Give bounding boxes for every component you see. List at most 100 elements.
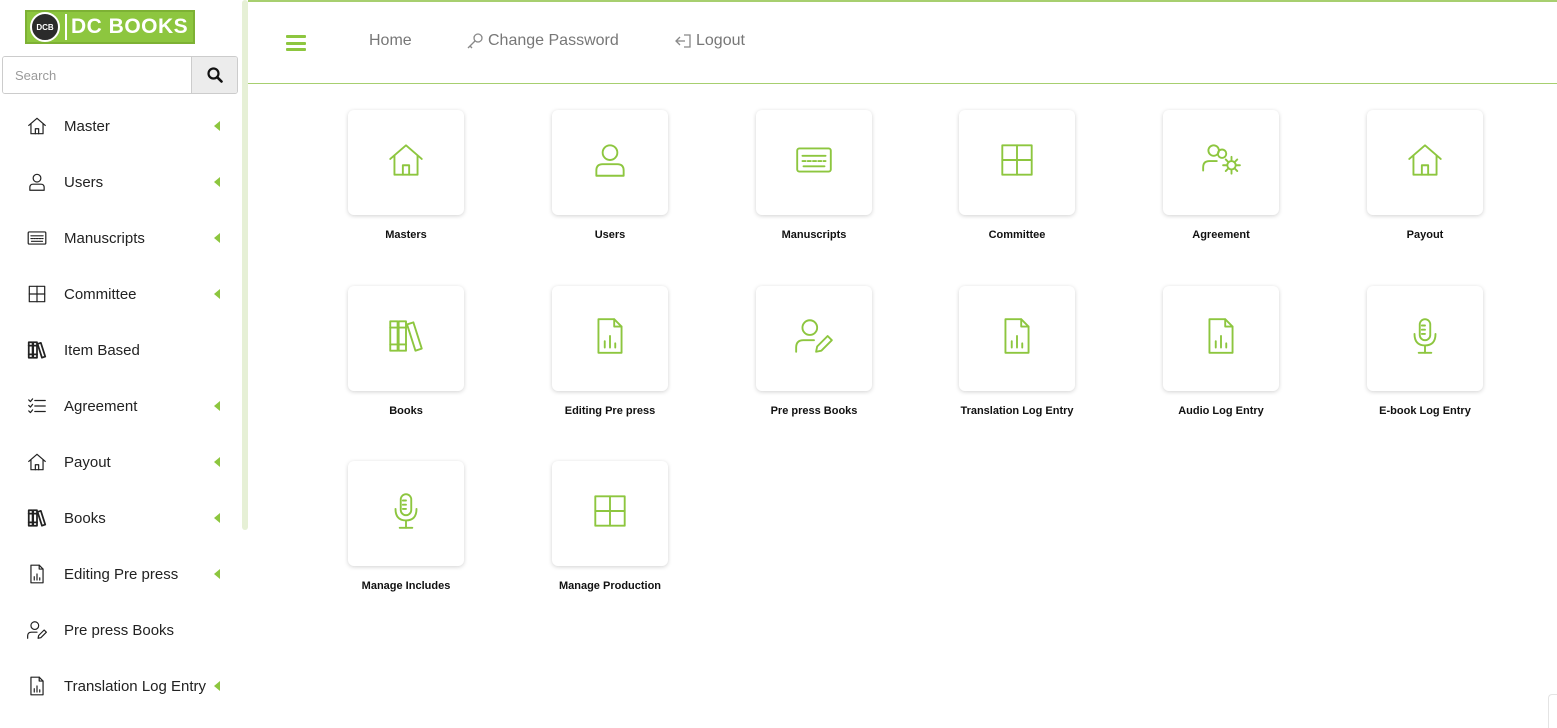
- tile-e-book-log-entry[interactable]: E-book Log Entry: [1367, 286, 1485, 417]
- tile-users[interactable]: Users: [552, 110, 670, 241]
- tile-label: Agreement: [1192, 229, 1250, 241]
- sidebar-item-translation-log-entry[interactable]: Translation Log Entry: [0, 658, 242, 714]
- tile-label: Masters: [385, 229, 427, 241]
- sidebar-item-payout[interactable]: Payout: [0, 434, 242, 490]
- tile-audio-log-entry[interactable]: Audio Log Entry: [1163, 286, 1281, 417]
- sidebar-item-manuscripts[interactable]: Manuscripts: [0, 210, 242, 266]
- books-icon: [385, 315, 427, 362]
- tile-pre-press-books[interactable]: Pre press Books: [756, 286, 874, 417]
- tile-card[interactable]: [1163, 110, 1279, 215]
- corner-widget: [1548, 694, 1557, 728]
- user-edit-icon: [793, 315, 835, 362]
- user-icon: [26, 171, 48, 193]
- tile-manage-production[interactable]: Manage Production: [552, 461, 670, 592]
- sidebar-item-label: Committee: [64, 285, 137, 303]
- tile-label: Payout: [1406, 229, 1444, 241]
- caret-left-icon: [214, 513, 220, 523]
- caret-left-icon: [214, 569, 220, 579]
- keyboard-icon: [26, 227, 48, 249]
- grid-icon: [589, 490, 631, 537]
- tile-card[interactable]: [1367, 110, 1483, 215]
- caret-left-icon: [214, 457, 220, 467]
- sidebar-item-books[interactable]: Books: [0, 490, 242, 546]
- search-input[interactable]: [3, 57, 191, 93]
- sidebar-item-item-based[interactable]: Item Based: [0, 322, 242, 378]
- tile-translation-log-entry[interactable]: Translation Log Entry: [959, 286, 1077, 417]
- hamburger-icon[interactable]: [286, 35, 306, 51]
- tile-label: Translation Log Entry: [960, 405, 1074, 417]
- tile-committee[interactable]: Committee: [959, 110, 1077, 241]
- tile-card[interactable]: [552, 461, 668, 566]
- tile-manage-includes[interactable]: Manage Includes: [348, 461, 466, 592]
- sidebar-item-label: Users: [64, 173, 104, 191]
- logo-divider: [65, 14, 67, 40]
- tile-payout[interactable]: Payout: [1367, 110, 1485, 241]
- caret-left-icon: [214, 177, 220, 187]
- keyboard-icon: [793, 139, 835, 186]
- sidebar-item-label: Master: [64, 117, 110, 135]
- nav-change-password-label: Change Password: [488, 32, 619, 49]
- tile-manuscripts[interactable]: Manuscripts: [756, 110, 874, 241]
- search-button[interactable]: [191, 57, 237, 93]
- app-root: DCB DC BOOKS Master Users Manuscripts Commi…: [0, 0, 1557, 728]
- logo-emblem: DCB: [30, 12, 60, 42]
- sidebar-item-pre-press-books[interactable]: Pre press Books: [0, 602, 242, 658]
- nav-home-link[interactable]: Home: [369, 32, 412, 50]
- tile-card[interactable]: [959, 286, 1075, 391]
- sidebar-item-label: Translation Log Entry: [64, 677, 207, 695]
- tile-card[interactable]: [348, 286, 464, 391]
- top-header: Home Change Password Logout: [248, 2, 1557, 84]
- tile-label: E-book Log Entry: [1379, 405, 1471, 417]
- microphone-icon: [1404, 315, 1446, 362]
- key-icon: [467, 33, 483, 49]
- home-icon: [1404, 139, 1446, 186]
- tile-editing-pre-press[interactable]: Editing Pre press: [552, 286, 670, 417]
- tile-card[interactable]: [1163, 286, 1279, 391]
- home-icon: [26, 115, 48, 137]
- caret-left-icon: [214, 401, 220, 411]
- tile-masters[interactable]: Masters: [348, 110, 466, 241]
- sidebar-item-label: Item Based: [64, 341, 140, 359]
- tile-card[interactable]: [959, 110, 1075, 215]
- tile-card[interactable]: [756, 286, 872, 391]
- nav-logout-link[interactable]: Logout: [674, 32, 745, 50]
- sidebar-item-committee[interactable]: Committee: [0, 266, 242, 322]
- tile-label: Audio Log Entry: [1178, 405, 1264, 417]
- caret-left-icon: [214, 681, 220, 691]
- sidebar-item-users[interactable]: Users: [0, 154, 242, 210]
- file-chart-icon: [589, 315, 631, 362]
- checklist-icon: [26, 395, 48, 417]
- tile-card[interactable]: [552, 286, 668, 391]
- logout-icon: [675, 34, 691, 48]
- grid-icon: [996, 139, 1038, 186]
- tile-card[interactable]: [348, 110, 464, 215]
- sidebar-item-label: Editing Pre press: [64, 565, 179, 583]
- tile-label: Users: [594, 229, 626, 241]
- sidebar-item-editing-pre-press[interactable]: Editing Pre press: [0, 546, 242, 602]
- books-icon: [26, 339, 48, 361]
- tile-card[interactable]: [756, 110, 872, 215]
- user-icon: [589, 139, 631, 186]
- sidebar: DCB DC BOOKS Master Users Manuscripts Commi…: [0, 0, 248, 728]
- brand-logo[interactable]: DCB DC BOOKS: [25, 10, 195, 44]
- tile-card[interactable]: [552, 110, 668, 215]
- books-icon: [26, 507, 48, 529]
- nav-logout-label: Logout: [696, 32, 745, 49]
- sidebar-item-label: Manuscripts: [64, 229, 145, 247]
- tile-card[interactable]: [1367, 286, 1483, 391]
- tile-label: Manage Production: [558, 580, 662, 592]
- sidebar-item-master[interactable]: Master: [0, 98, 242, 154]
- tile-card[interactable]: [348, 461, 464, 566]
- file-chart-icon: [1200, 315, 1242, 362]
- tile-books[interactable]: Books: [348, 286, 466, 417]
- logo-text: DC BOOKS: [71, 15, 189, 38]
- nav-change-password-link[interactable]: Change Password: [466, 32, 619, 50]
- tile-agreement[interactable]: Agreement: [1163, 110, 1281, 241]
- sidebar-item-agreement[interactable]: Agreement: [0, 378, 242, 434]
- nav-home-label: Home: [369, 32, 412, 49]
- tile-label: Pre press Books: [770, 405, 858, 417]
- search-bar: [2, 56, 238, 94]
- grid-icon: [26, 283, 48, 305]
- microphone-icon: [385, 490, 427, 537]
- file-chart-icon: [996, 315, 1038, 362]
